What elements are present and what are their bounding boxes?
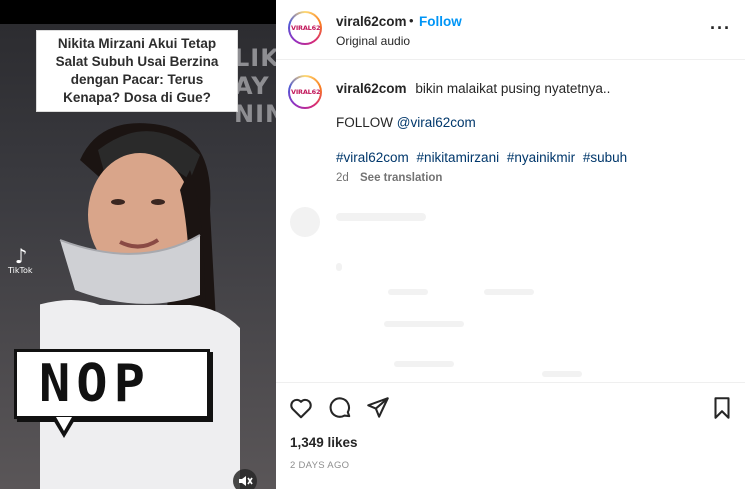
mention-link[interactable]: @viral62com [397, 115, 476, 130]
loading-placeholder [484, 289, 534, 295]
post-date: 2 DAYS AGO [290, 460, 350, 471]
like-count[interactable]: 1,349 likes [290, 435, 358, 450]
caption-avatar[interactable]: VIRAL62 [288, 75, 322, 109]
bookmark-icon[interactable] [709, 395, 735, 421]
post-actions: 1,349 likes 2 DAYS AGO [276, 382, 745, 489]
share-icon[interactable] [365, 395, 391, 421]
more-options-icon[interactable]: ··· [710, 18, 731, 39]
audio-label[interactable]: Original audio [336, 34, 410, 48]
follow-line: FOLLOW @viral62com [336, 115, 476, 130]
post-details-pane: VIRAL62 viral62com • Follow Original aud… [276, 0, 745, 489]
hashtag-link[interactable]: #viral62com [336, 150, 409, 165]
tiktok-watermark: TikTok [8, 266, 33, 275]
media-top-bar [0, 0, 276, 24]
separator-dot: • [409, 13, 414, 28]
nop-sticker: NOP [14, 349, 210, 419]
caption-text: bikin malaikat pusing nyatetnya.. [415, 81, 611, 96]
hashtags: #viral62com #nikitamirzani #nyainikmir #… [336, 150, 631, 165]
time-ago: 2d [336, 172, 349, 184]
loading-placeholder [394, 361, 454, 367]
avatar[interactable]: VIRAL62 [288, 11, 322, 45]
loading-placeholder [290, 207, 320, 237]
post-header: VIRAL62 viral62com • Follow Original aud… [276, 0, 745, 60]
caption-line: viral62com bikin malaikat pusing nyatetn… [336, 81, 610, 96]
tiktok-icon: ♪ TikTok [8, 244, 33, 275]
loading-placeholder [336, 213, 426, 221]
post-media[interactable]: LIK AY NIN Nikita Mirzani Akui Tetap Sal… [0, 0, 276, 489]
caption-meta: 2d See translation [336, 172, 442, 184]
overlay-caption: Nikita Mirzani Akui Tetap Salat Subuh Us… [36, 30, 238, 112]
hashtag-link[interactable]: #nikitamirzani [417, 150, 500, 165]
follow-button[interactable]: Follow [419, 14, 462, 29]
hashtag-link[interactable]: #subuh [583, 150, 627, 165]
loading-placeholder [542, 371, 582, 377]
comments-section[interactable]: VIRAL62 viral62com bikin malaikat pusing… [276, 61, 745, 381]
caption-username[interactable]: viral62com [336, 81, 407, 96]
loading-placeholder [388, 289, 428, 295]
see-translation-link[interactable]: See translation [360, 172, 442, 184]
speech-bubble-tail-inner [56, 417, 72, 431]
loading-placeholder [336, 263, 342, 271]
muted-speaker-icon[interactable] [233, 469, 257, 489]
follow-prefix: FOLLOW [336, 115, 397, 130]
hashtag-link[interactable]: #nyainikmir [507, 150, 575, 165]
loading-placeholder [384, 321, 464, 327]
comment-icon[interactable] [327, 395, 353, 421]
background-sign-text: LIK AY NIN [234, 44, 276, 128]
header-username[interactable]: viral62com [336, 14, 407, 29]
heart-icon[interactable] [288, 395, 314, 421]
